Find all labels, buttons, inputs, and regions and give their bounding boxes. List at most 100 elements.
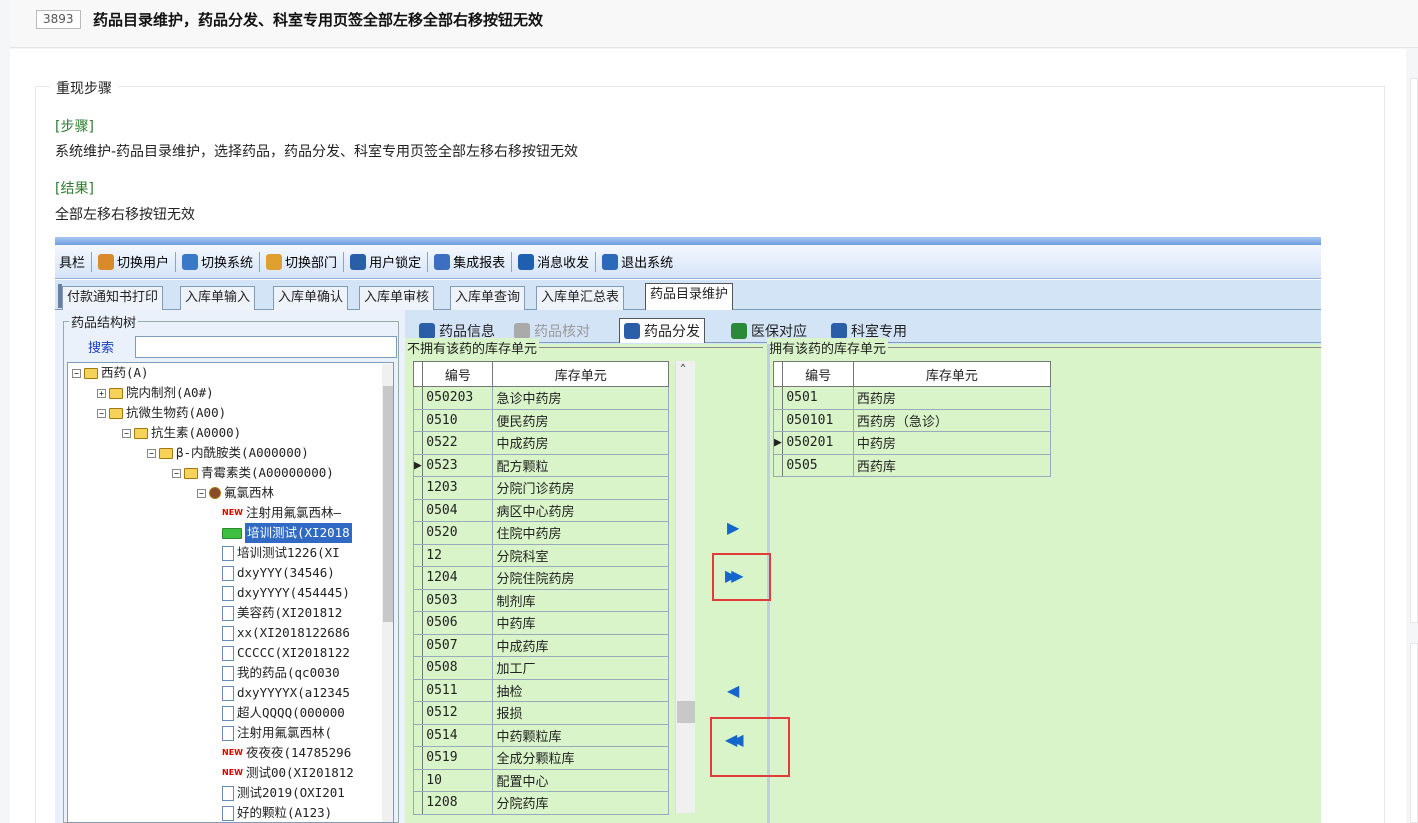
table-row[interactable]: 0511 抽检: [412, 678, 669, 702]
collapse-icon[interactable]: −: [122, 428, 131, 438]
move-left-button[interactable]: ◀: [727, 681, 739, 700]
tab-4[interactable]: 入库单查询: [450, 286, 526, 310]
tree-node[interactable]: 美容药(XI201812: [222, 603, 342, 623]
collapse-icon[interactable]: −: [172, 468, 181, 478]
column-header[interactable]: 编号: [422, 361, 494, 387]
table-row[interactable]: 12 分院科室: [412, 543, 669, 567]
info-card-icon: [419, 322, 435, 339]
tree-node[interactable]: + 院内制剂(A0#): [97, 383, 214, 403]
tree-node[interactable]: 我的药品(qc0030: [222, 663, 340, 683]
row-indicator: [412, 543, 424, 567]
table-row[interactable]: ▶ 050201 中药房: [772, 431, 1052, 455]
table-row[interactable]: 0508 加工厂: [412, 656, 669, 680]
toolbar-button-label: 用户锁定: [369, 256, 422, 271]
section-legend: 重现步骤: [50, 78, 118, 98]
column-header[interactable]: 编号: [782, 361, 854, 387]
tree-node[interactable]: NEW 测试00(XI201812: [222, 763, 354, 783]
code-cell: 050201: [782, 431, 854, 455]
tree-node[interactable]: 培训测试1226(XI: [222, 543, 340, 563]
table-row[interactable]: 0504 病区中心药房: [412, 498, 669, 522]
tree-node[interactable]: 培训测试(XI2018: [222, 523, 352, 543]
left-table-scrollbar[interactable]: ⌃: [675, 361, 695, 813]
tree-node[interactable]: − 西药(A): [72, 363, 149, 383]
code-cell: 0504: [422, 498, 494, 522]
table-row[interactable]: 050203 急诊中药房: [412, 386, 669, 410]
tree-node[interactable]: 好的颗粒(A123): [222, 803, 332, 822]
tree-node[interactable]: NEW 夜夜夜(14785296: [222, 743, 351, 763]
table-row[interactable]: 0512 报损: [412, 701, 669, 725]
tree-node[interactable]: − β-内酰胺类(A000000): [147, 443, 309, 463]
collapse-icon[interactable]: −: [72, 368, 81, 378]
table-row[interactable]: 0514 中药颗粒库: [412, 723, 669, 747]
table-row[interactable]: 0506 中药库: [412, 611, 669, 635]
tree-node[interactable]: NEW 注射用氟氯西林—: [222, 503, 341, 523]
column-header[interactable]: 库存单元: [492, 361, 669, 387]
tree-scrollbar[interactable]: [382, 364, 393, 822]
table-row[interactable]: 0501 西药房: [772, 386, 1052, 410]
document-icon: [222, 685, 234, 701]
collapse-icon[interactable]: −: [97, 408, 106, 418]
table-row[interactable]: 0519 全成分颗粒库: [412, 746, 669, 770]
table-row[interactable]: 0510 便民药房: [412, 408, 669, 432]
code-cell: 0508: [422, 656, 494, 680]
tab-3[interactable]: 入库单审核: [359, 286, 435, 310]
table-row[interactable]: ▶ 0523 配方颗粒: [412, 453, 669, 477]
tree-node[interactable]: 测试2019(OXI201: [222, 783, 345, 803]
unit-cell: 中药房: [852, 431, 1052, 455]
tree-node[interactable]: − 抗微生物药(A00): [97, 403, 226, 423]
tree-node[interactable]: − 抗生素(A0000): [122, 423, 241, 443]
tab-0[interactable]: 付款通知书打印: [62, 286, 164, 310]
table-row[interactable]: 0505 西药库: [772, 453, 1052, 477]
row-indicator: [412, 701, 424, 725]
tree-node[interactable]: 超人QQQQ(000000: [222, 703, 345, 723]
toolbar-button-0[interactable]: 具栏: [55, 252, 89, 271]
unit-cell: 全成分颗粒库: [492, 746, 669, 770]
toolbar-button-3[interactable]: 切换部门: [262, 252, 341, 271]
table-row[interactable]: 10 配置中心: [412, 768, 669, 792]
toolbar-button-4[interactable]: 用户锁定: [346, 252, 425, 271]
column-header[interactable]: 库存单元: [852, 361, 1052, 387]
tab-1[interactable]: 入库单输入: [180, 286, 256, 310]
search-input[interactable]: [135, 336, 397, 358]
tree-node[interactable]: dxyYYYYX(a12345: [222, 683, 350, 703]
table-row[interactable]: 050101 西药房（急诊）: [772, 408, 1052, 432]
drug-tree[interactable]: − 西药(A) + 院内制剂(A0#) − 抗微生物药(A00) − 抗生素(A0000) − β…: [67, 362, 394, 823]
right-storage-table[interactable]: 编号 库存单元 0501 西药房 050101 西药房（急诊） ▶ 050201 中药房 0505…: [772, 361, 1052, 477]
tab-6[interactable]: 药品目录维护: [645, 283, 734, 311]
tree-node[interactable]: − 青霉素类(A00000000): [172, 463, 334, 483]
table-row[interactable]: 0507 中成药库: [412, 633, 669, 657]
scroll-up-icon[interactable]: ⌃: [680, 363, 686, 374]
tree-node[interactable]: xx(XI2018122686: [222, 623, 350, 643]
tree-node[interactable]: − 氟氯西林: [197, 483, 274, 503]
table-row[interactable]: 0522 中成药房: [412, 431, 669, 455]
tree-node[interactable]: 注射用氟氯西林(: [222, 723, 332, 743]
move-right-button[interactable]: ▶: [727, 518, 739, 537]
tree-node[interactable]: dxyYYYY(454445): [222, 583, 350, 603]
table-row[interactable]: 1203 分院门诊药房: [412, 476, 669, 500]
toolbar-button-label: 退出系统: [621, 256, 674, 271]
table-row[interactable]: 0520 住院中药房: [412, 521, 669, 545]
toolbar-button-2[interactable]: 切换系统: [178, 252, 257, 271]
folder-icon: [84, 367, 98, 379]
expand-icon[interactable]: +: [97, 388, 106, 398]
toolbar-button-6[interactable]: 消息收发: [514, 252, 593, 271]
users-icon: [98, 253, 115, 270]
table-row[interactable]: 1208 分院药库: [412, 791, 669, 815]
tab-5[interactable]: 入库单汇总表: [536, 286, 625, 310]
collapse-icon[interactable]: −: [147, 448, 156, 458]
toolbar-button-7[interactable]: 退出系统: [598, 252, 677, 271]
code-cell: 0522: [422, 431, 494, 455]
tree-node[interactable]: dxyYYY(34546): [222, 563, 335, 583]
left-scroll-thumb[interactable]: [677, 701, 695, 723]
toolbar-button-1[interactable]: 切换用户: [94, 252, 173, 271]
table-row[interactable]: 1204 分院住院药房: [412, 566, 669, 590]
collapse-icon[interactable]: −: [197, 488, 206, 498]
code-cell: 0503: [422, 588, 494, 612]
left-storage-table[interactable]: 编号 库存单元 050203 急诊中药房 0510 便民药房 0522 中成药房 ▶ 0523 配方…: [412, 361, 669, 815]
tree-scroll-thumb[interactable]: [383, 386, 393, 622]
table-row[interactable]: 0503 制剂库: [412, 588, 669, 612]
tree-node[interactable]: CCCCC(XI2018122: [222, 643, 350, 663]
tab-2[interactable]: 入库单确认: [273, 286, 349, 310]
toolbar-button-5[interactable]: 集成报表: [430, 252, 509, 271]
subtab-2[interactable]: 药品分发: [619, 318, 705, 343]
